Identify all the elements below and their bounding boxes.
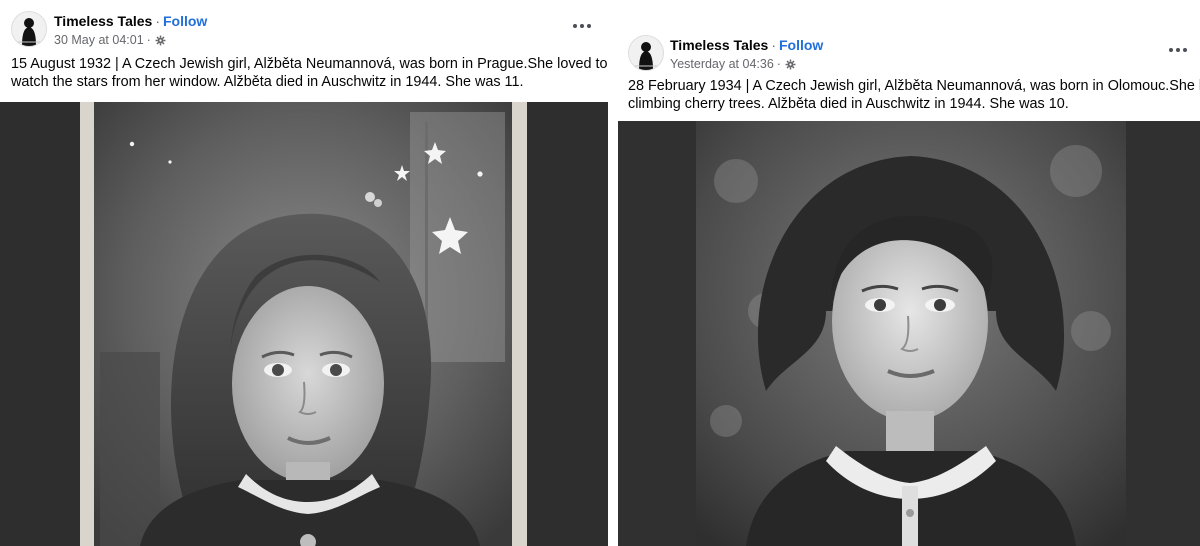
name-line: Timeless Tales · Follow xyxy=(54,12,207,30)
name-line: Timeless Tales · Follow xyxy=(670,36,823,54)
post-caption: 28 February 1934 | A Czech Jewish girl, … xyxy=(628,77,1200,113)
post-header: Timeless Tales · Follow Yesterday at 04:36… xyxy=(618,32,1200,76)
page-avatar[interactable] xyxy=(11,11,47,47)
post-photo[interactable] xyxy=(696,121,1126,546)
post-header: Timeless Tales · Follow 30 May at 04:01 · xyxy=(0,8,608,52)
post-timestamp[interactable]: Yesterday at 04:36 xyxy=(670,56,774,72)
post-card-left: Timeless Tales · Follow 30 May at 04:01 · xyxy=(0,0,608,546)
post-photo-frame xyxy=(0,102,608,546)
post-timestamp[interactable]: 30 May at 04:01 xyxy=(54,32,144,48)
meta-separator: · xyxy=(146,33,151,47)
post-photo-frame xyxy=(618,121,1200,546)
more-options-icon[interactable] xyxy=(1166,42,1190,58)
gear-icon xyxy=(785,59,796,69)
page-name[interactable]: Timeless Tales xyxy=(670,37,768,53)
post-caption: 15 August 1932 | A Czech Jewish girl, Al… xyxy=(11,55,608,91)
gear-icon xyxy=(155,35,166,45)
page-name[interactable]: Timeless Tales xyxy=(54,13,152,29)
more-options-icon[interactable] xyxy=(570,18,594,34)
name-separator: · xyxy=(771,37,776,53)
girl-portrait-image xyxy=(696,121,1126,546)
follow-button[interactable]: Follow xyxy=(779,37,823,53)
avatar-silhouette-icon xyxy=(12,12,46,46)
post-card-right: Timeless Tales · Follow Yesterday at 04:36… xyxy=(618,0,1200,546)
caption-line-1: 28 February 1934 | A Czech Jewish girl, … xyxy=(628,78,1200,94)
caption-line-2: climbing cherry trees. Alžběta died in A… xyxy=(628,96,1069,112)
avatar-silhouette-icon xyxy=(629,36,663,70)
post-meta: Yesterday at 04:36 · xyxy=(670,56,796,72)
screenshot: Timeless Tales · Follow 30 May at 04:01 · xyxy=(0,0,1200,546)
caption-line-1: 15 August 1932 | A Czech Jewish girl, Al… xyxy=(11,56,608,72)
feed-gap xyxy=(608,0,618,546)
caption-line-2: watch the stars from her window. Alžběta… xyxy=(11,74,524,90)
page-avatar[interactable] xyxy=(628,35,664,71)
post-photo[interactable] xyxy=(80,102,527,546)
name-separator: · xyxy=(155,13,160,29)
meta-separator: · xyxy=(776,57,781,71)
follow-button[interactable]: Follow xyxy=(163,13,207,29)
girl-portrait-image xyxy=(80,102,527,546)
post-meta: 30 May at 04:01 · xyxy=(54,32,166,48)
